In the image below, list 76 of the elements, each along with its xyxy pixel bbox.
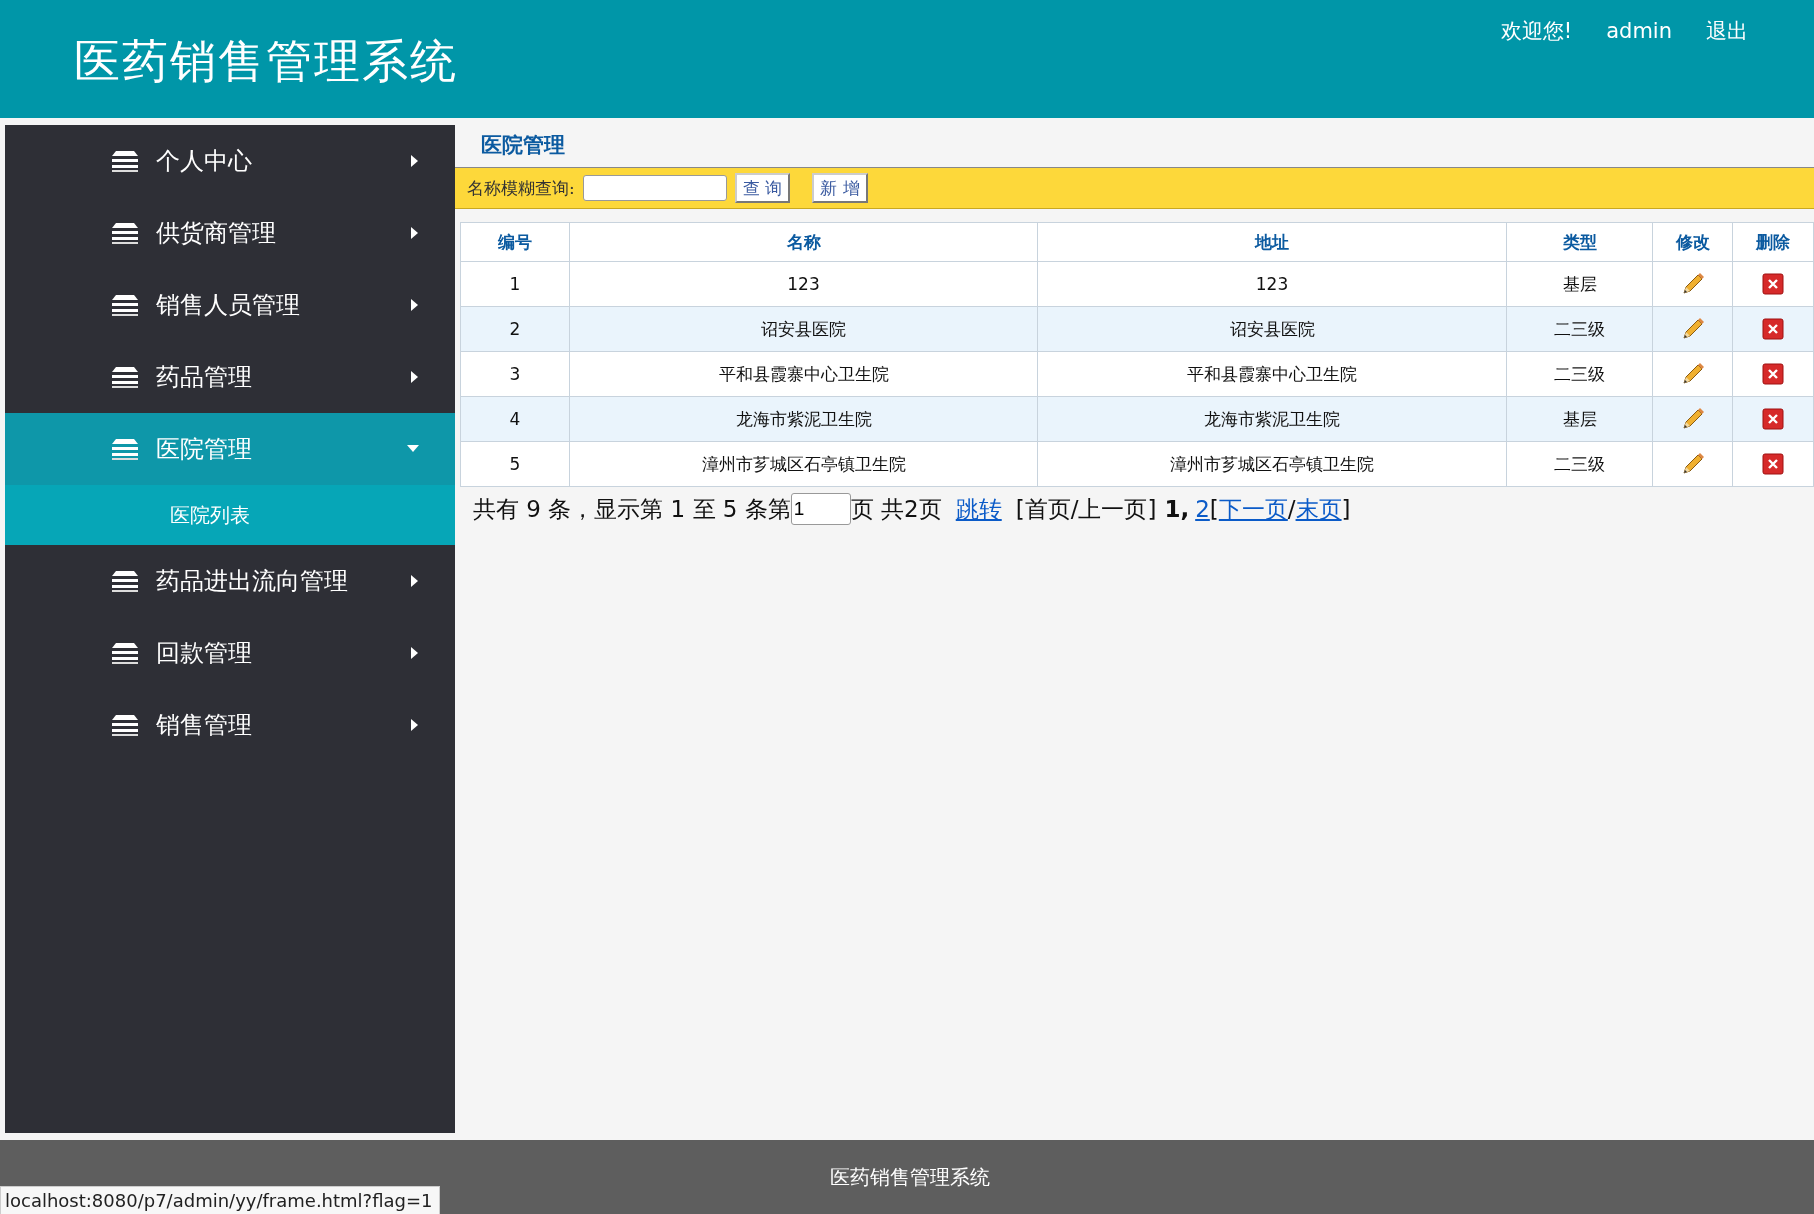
table-cell: 漳州市芗城区石亭镇卫生院: [569, 441, 1038, 487]
page-field[interactable]: 1: [790, 493, 851, 525]
delete-icon[interactable]: [1762, 273, 1784, 295]
pagination-text: [首页/上一页]: [1015, 494, 1157, 524]
page-link[interactable]: 跳转: [955, 493, 1002, 525]
table-cell: 4: [460, 396, 570, 442]
table-cell: 龙海市紫泥卫生院: [1037, 396, 1507, 442]
table-cell: 诏安县医院: [1037, 306, 1507, 352]
menu-item[interactable]: 供货商管理: [5, 197, 455, 269]
table-cell: 二三级: [1506, 306, 1653, 352]
layers-icon: [110, 365, 140, 389]
table-cell: 二三级: [1506, 351, 1653, 397]
menu-item[interactable]: 回款管理: [5, 617, 455, 689]
search-field[interactable]: [582, 175, 727, 201]
layers-icon: [110, 293, 140, 317]
status-url: localhost:8080/p7/admin/yy/frame.html?flag=1: [0, 1186, 440, 1214]
layers-icon: [110, 641, 140, 665]
column-header: 删除: [1732, 222, 1814, 262]
caret-right-icon: [411, 647, 419, 659]
column-header: 修改: [1652, 222, 1733, 262]
pagination-text: [: [1209, 496, 1219, 522]
table-cell: 1: [460, 261, 570, 307]
table-cell: 123: [569, 261, 1038, 307]
delete-icon[interactable]: [1762, 408, 1784, 430]
table-cell: 诏安县医院: [569, 306, 1038, 352]
table-cell: 123: [1037, 261, 1507, 307]
pagination-text: 共有 9 条，显示第 1 至 5 条第: [473, 494, 791, 524]
app-title: 医药销售管理系统: [74, 33, 458, 90]
pagination-text: /: [1287, 496, 1296, 522]
layers-icon: [110, 713, 140, 737]
table-cell: 平和县霞寨中心卫生院: [569, 351, 1038, 397]
menu-item[interactable]: 药品管理: [5, 341, 455, 413]
page-link[interactable]: 2: [1195, 496, 1210, 522]
caret-down-icon: [407, 445, 419, 453]
table-cell: 基层: [1506, 396, 1653, 442]
layers-icon: [110, 221, 140, 245]
search-button[interactable]: 查 询: [734, 173, 791, 203]
pagination-text: ]: [1341, 496, 1351, 522]
column-header: 地址: [1037, 222, 1507, 262]
table-cell: 2: [460, 306, 570, 352]
table-cell: 平和县霞寨中心卫生院: [1037, 351, 1507, 397]
add-button[interactable]: 新 增: [812, 173, 868, 203]
page-link[interactable]: 下一页: [1218, 493, 1288, 525]
menu-item[interactable]: 销售人员管理: [5, 269, 455, 341]
column-header: 编号: [460, 222, 570, 262]
current-page: 1,: [1164, 496, 1190, 522]
caret-right-icon: [411, 371, 419, 383]
caret-right-icon: [411, 719, 419, 731]
layers-icon: [110, 437, 140, 461]
delete-icon[interactable]: [1762, 318, 1784, 340]
caret-right-icon: [411, 575, 419, 587]
table-cell: 5: [460, 441, 570, 487]
page-link[interactable]: 末页: [1295, 493, 1342, 525]
welcome-text: 欢迎您!: [1500, 18, 1573, 45]
table-cell: 漳州市芗城区石亭镇卫生院: [1037, 441, 1507, 487]
layers-icon: [110, 569, 140, 593]
table-cell: 基层: [1506, 261, 1653, 307]
layers-icon: [110, 149, 140, 173]
table-cell: 3: [460, 351, 570, 397]
column-header: 类型: [1506, 222, 1653, 262]
delete-icon[interactable]: [1762, 453, 1784, 475]
menu-item[interactable]: 药品进出流向管理: [5, 545, 455, 617]
search-label: 名称模糊查询:: [467, 176, 575, 200]
delete-icon[interactable]: [1762, 363, 1784, 385]
menu-item[interactable]: 销售管理: [5, 689, 455, 761]
footer-text: 医药销售管理系统: [830, 1163, 990, 1191]
caret-right-icon: [411, 155, 419, 167]
menu-item[interactable]: 个人中心: [5, 125, 455, 197]
pagination-text: 页 共2页: [850, 494, 942, 524]
username: admin: [1606, 18, 1672, 45]
table-cell: 二三级: [1506, 441, 1653, 487]
caret-right-icon: [411, 299, 419, 311]
column-header: 名称: [569, 222, 1038, 262]
table-cell: 龙海市紫泥卫生院: [569, 396, 1038, 442]
caret-right-icon: [411, 227, 419, 239]
logout-link[interactable]: 退出: [1706, 16, 1748, 46]
